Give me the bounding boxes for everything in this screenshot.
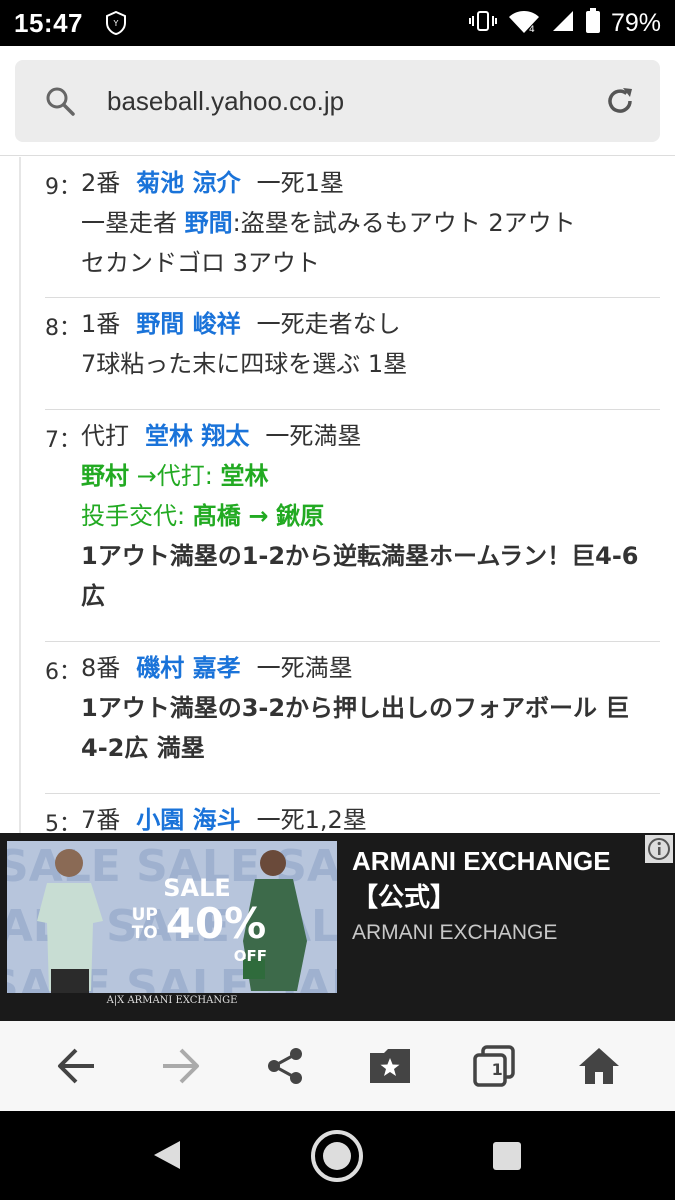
tab-count: 1: [491, 1060, 503, 1079]
runner-link[interactable]: 野間: [185, 209, 233, 237]
play-result: 1アウト満塁の1-2から逆転満塁ホームラン！巨4-6広: [81, 542, 639, 610]
nav-home-icon[interactable]: [310, 1129, 364, 1187]
player-link[interactable]: 菊池 涼介: [136, 169, 240, 197]
pitcher-out: 髙橋: [192, 502, 241, 530]
play-number: 8：: [45, 316, 81, 341]
tabs-icon[interactable]: 1: [462, 1034, 526, 1098]
situation: 一死1塁: [256, 169, 344, 197]
ad-image[interactable]: SALE SALE SALE SALE SALE SALE SALE SALE …: [7, 841, 337, 1013]
player-link[interactable]: 堂林 翔太: [145, 422, 249, 450]
battery-percent: 79%: [610, 8, 661, 37]
play-detail: 7球粘った末に四球を選ぶ 1塁: [81, 350, 408, 378]
play-item: 5： 7番 小園 海斗 一死1,2塁: [45, 794, 660, 833]
player-link[interactable]: 野間 峻祥: [136, 310, 240, 338]
play-item: 7： 代打 堂林 翔太 一死満塁 野村 →代打: 堂林 投手交代: 髙橋 → 鍬原 …: [45, 410, 660, 642]
play-detail: セカンドゴロ 3アウト: [81, 249, 320, 277]
ad-brand-logo: A|X ARMANI EXCHANGE: [106, 995, 238, 1006]
play-item: 6： 8番 磯村 嘉孝 一死満塁 1アウト満塁の3-2から押し出しのフォアボール 巨…: [45, 642, 660, 794]
forward-arrow-icon[interactable]: [149, 1034, 213, 1098]
battery-icon: [585, 8, 601, 38]
play-item: 8： 1番 野間 峻祥 一死走者なし 7球粘った末に四球を選ぶ 1塁: [45, 298, 660, 410]
batting-order: 1番: [81, 310, 121, 338]
reload-icon[interactable]: [604, 85, 636, 117]
home-icon[interactable]: [567, 1034, 631, 1098]
situation: 一死1,2塁: [256, 806, 367, 833]
system-nav-bar: [0, 1111, 675, 1200]
back-arrow-icon[interactable]: [44, 1034, 108, 1098]
vibrate-icon: [468, 9, 497, 37]
substitution-line: 野村 →代打: 堂林: [81, 456, 660, 496]
url-text[interactable]: baseball.yahoo.co.jp: [107, 86, 344, 117]
detail-suffix: :盗塁を試みるもアウト 2アウト: [232, 209, 576, 237]
batting-order: 代打: [81, 422, 129, 450]
batting-order: 8番: [81, 654, 121, 682]
ad-sale-text: SALE: [163, 874, 231, 902]
signal-icon: [551, 9, 575, 37]
share-icon[interactable]: [253, 1034, 317, 1098]
batting-order: 7番: [81, 806, 121, 833]
sub-in-player: 堂林: [220, 462, 269, 490]
svg-text:4: 4: [529, 25, 535, 34]
play-number: 5：: [45, 812, 81, 833]
ad-upto-text: UP TO: [131, 905, 158, 943]
timeline-line: [19, 157, 21, 833]
url-bar[interactable]: baseball.yahoo.co.jp: [15, 60, 660, 142]
situation: 一死満塁: [256, 654, 353, 682]
play-item: 9： 2番 菊池 涼介 一死1塁 一塁走者 野間:盗塁を試みるもアウト 2アウト セ…: [45, 157, 660, 298]
ad-percent-text: 40%: [165, 899, 267, 948]
play-result: 1アウト満塁の3-2から押し出しのフォアボール 巨4-2広 満塁: [81, 694, 630, 762]
nav-back-icon[interactable]: [152, 1139, 182, 1175]
ad-off-text: OFF: [233, 947, 267, 965]
sub-out-player: 野村: [81, 462, 129, 490]
sub-arrow: →代打:: [136, 462, 213, 490]
wifi-icon: 4: [507, 8, 541, 38]
player-link[interactable]: 磯村 嘉孝: [136, 654, 240, 682]
browser-url-area: baseball.yahoo.co.jp: [0, 46, 675, 156]
status-icons: 4 79%: [468, 8, 661, 38]
pitcher-change-line: 投手交代: 髙橋 → 鍬原: [81, 496, 660, 536]
pitcher-arrow: →: [248, 502, 269, 530]
search-icon[interactable]: [45, 86, 75, 116]
ad-info-icon[interactable]: [645, 835, 673, 863]
play-number: 6：: [45, 660, 81, 685]
play-number: 7：: [45, 428, 81, 453]
status-bar: 15:47 Y 4 79%: [0, 0, 675, 46]
browser-toolbar: 1: [0, 1021, 675, 1111]
svg-text:Y: Y: [113, 19, 119, 28]
play-number: 9：: [45, 175, 81, 200]
player-link[interactable]: 小園 海斗: [136, 806, 240, 833]
status-time: 15:47: [14, 7, 83, 38]
situation: 一死走者なし: [256, 310, 401, 338]
batting-order: 2番: [81, 169, 121, 197]
bookmark-icon[interactable]: [358, 1034, 422, 1098]
ad-advertiser: ARMANI EXCHANGE: [352, 921, 558, 944]
play-by-play-list: 9： 2番 菊池 涼介 一死1塁 一塁走者 野間:盗塁を試みるもアウト 2アウト セ…: [0, 157, 675, 833]
detail-prefix: 一塁走者: [81, 209, 177, 237]
nav-recent-icon[interactable]: [492, 1141, 522, 1175]
situation: 一死満塁: [265, 422, 362, 450]
ad-title[interactable]: ARMANI EXCHANGE【公式】: [352, 843, 642, 915]
ad-banner[interactable]: SALE SALE SALE SALE SALE SALE SALE SALE …: [0, 833, 675, 1021]
shield-icon: Y: [105, 11, 127, 35]
pitcher-in: 鍬原: [276, 502, 325, 530]
pitcher-change-label: 投手交代:: [81, 502, 186, 530]
